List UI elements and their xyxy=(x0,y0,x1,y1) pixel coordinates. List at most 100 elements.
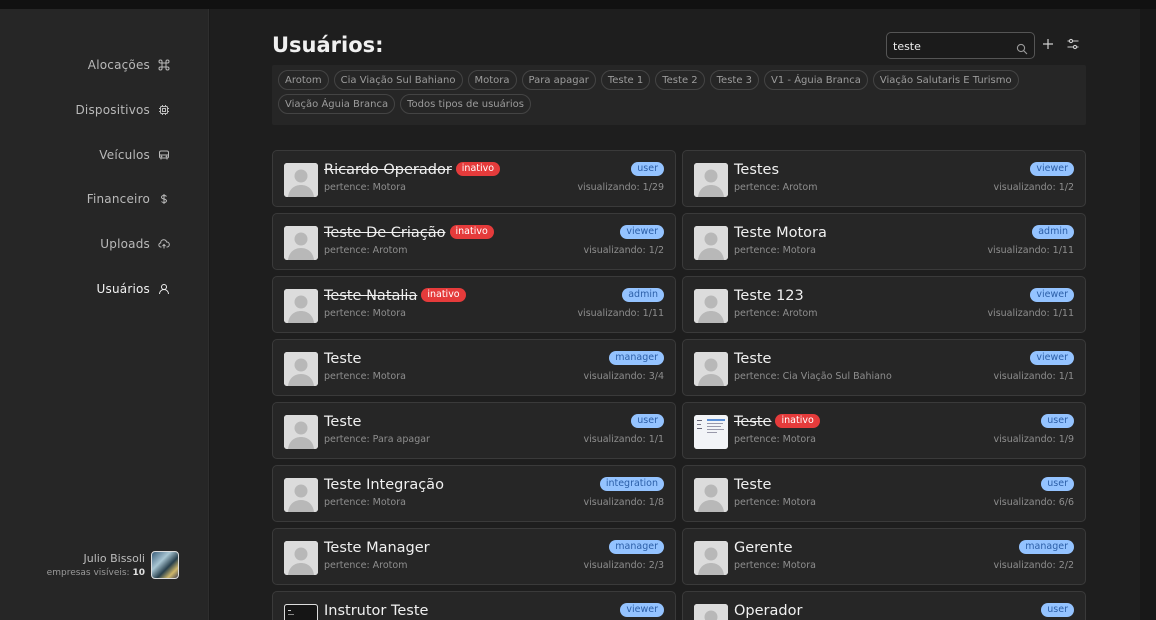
user-card[interactable]: Teste De Criação inativo pertence: Arotom v… xyxy=(272,213,676,270)
user-name: Teste Motora xyxy=(734,225,827,241)
user-icon xyxy=(158,283,170,295)
user-company: pertence: Motora xyxy=(734,497,816,508)
role-badge: user xyxy=(1041,603,1074,617)
user-card[interactable]: Ricardo Operador inativo pertence: Motora u… xyxy=(272,150,676,207)
viewing-count: visualizando: 1/2 xyxy=(583,245,664,256)
user-card[interactable]: Gerente pertence: Motora manager visualizan… xyxy=(682,528,1086,585)
search-icon[interactable] xyxy=(1016,40,1028,55)
user-avatar xyxy=(284,415,318,449)
inactive-badge: inativo xyxy=(421,288,466,302)
sidebar-item-veiculos[interactable]: Veículos xyxy=(99,145,170,165)
filter-chips: Arotom Cia Viação Sul Bahiano Motora Para a… xyxy=(272,65,1086,125)
user-avatar xyxy=(694,352,728,386)
filter-chip[interactable]: Arotom xyxy=(278,70,329,90)
user-card[interactable]: Teste pertence: Para apagar user visualizan… xyxy=(272,402,676,459)
user-card[interactable]: Teste 123 pertence: Arotom viewer visualiza… xyxy=(682,276,1086,333)
viewing-count: visualizando: 6/6 xyxy=(993,497,1074,508)
user-name: Teste xyxy=(734,351,772,367)
filter-chip[interactable]: Teste 2 xyxy=(655,70,705,90)
user-card[interactable]: Teste pertence: Motora user visualizando: 6… xyxy=(682,465,1086,522)
current-user[interactable]: Julio Bissoli empresas visíveis: 10 xyxy=(47,551,179,579)
role-badge: viewer xyxy=(1030,351,1074,365)
user-avatar xyxy=(284,226,318,260)
viewing-count: visualizando: 1/29 xyxy=(577,182,664,193)
user-card[interactable]: Teste Integração pertence: Motora integrat… xyxy=(272,465,676,522)
inactive-badge: inativo xyxy=(775,414,820,428)
inactive-badge: inativo xyxy=(455,162,501,176)
user-name: Teste Manager xyxy=(324,540,430,556)
sidebar-item-dispositivos[interactable]: Dispositivos xyxy=(75,100,170,120)
user-card[interactable]: Testes pertence: Arotom viewer visualizando… xyxy=(682,150,1086,207)
user-name: Ricardo Operador xyxy=(324,162,452,178)
users-grid: Ricardo Operador inativo pertence: Motora u… xyxy=(272,150,1086,620)
user-company: pertence: Motora xyxy=(734,434,816,445)
user-company: pertence: Motora xyxy=(734,245,816,256)
viewing-count: visualizando: 1/11 xyxy=(987,245,1074,256)
user-name: Teste xyxy=(324,351,362,367)
filter-chip[interactable]: V1 - Águia Branca xyxy=(764,70,868,90)
user-name-row: Teste xyxy=(324,414,361,430)
filter-chip[interactable]: Todos tipos de usuários xyxy=(400,94,531,114)
viewing-count: visualizando: 1/1 xyxy=(993,371,1074,382)
viewing-count: visualizando: 1/9 xyxy=(993,434,1074,445)
user-avatar xyxy=(694,541,728,575)
window-top-bar xyxy=(0,0,1156,9)
user-name-row: Teste Natalia inativo xyxy=(324,288,466,304)
filter-chip[interactable]: Teste 3 xyxy=(709,70,760,90)
user-company: pertence: Arotom xyxy=(324,245,408,256)
bus-icon xyxy=(158,149,170,161)
user-avatar xyxy=(694,478,728,512)
scrollbar[interactable] xyxy=(1140,9,1156,620)
user-card[interactable]: Teste Manager pertence: Arotom manager visu… xyxy=(272,528,676,585)
user-name-row: Teste inativo xyxy=(734,414,820,430)
filter-settings-icon[interactable] xyxy=(1066,37,1080,51)
viewing-count: visualizando: 2/3 xyxy=(583,560,664,571)
user-company: pertence: Para apagar xyxy=(324,434,430,445)
avatar[interactable] xyxy=(151,551,179,579)
user-card[interactable]: Teste pertence: Motora manager visualizando… xyxy=(272,339,676,396)
role-badge: admin xyxy=(1032,225,1074,239)
role-badge: viewer xyxy=(620,225,664,239)
role-badge: manager xyxy=(609,351,664,365)
user-card[interactable]: Instrutor Teste viewer xyxy=(272,591,676,620)
user-name-row: Teste Motora xyxy=(734,225,827,241)
sidebar-item-uploads[interactable]: Uploads xyxy=(100,234,170,254)
filter-chip[interactable]: Para apagar xyxy=(521,70,596,90)
search-input[interactable] xyxy=(893,37,1013,55)
sidebar-item-label: Alocações xyxy=(87,58,150,72)
user-card[interactable]: Teste Natalia inativo pertence: Motora admi… xyxy=(272,276,676,333)
sidebar-item-label: Veículos xyxy=(99,148,150,162)
visible-companies-label: empresas visíveis: xyxy=(46,568,130,578)
user-company: pertence: Motora xyxy=(324,182,406,193)
user-name-row: Ricardo Operador inativo xyxy=(324,162,501,178)
filter-chip[interactable]: Teste 1 xyxy=(600,70,651,90)
user-card[interactable]: Teste pertence: Cia Viação Sul Bahiano vie… xyxy=(682,339,1086,396)
filter-chip[interactable]: Viação Salutaris E Turismo xyxy=(872,70,1019,90)
user-name: Teste xyxy=(734,414,772,430)
sidebar-item-usuarios[interactable]: Usuários xyxy=(97,279,170,299)
filter-chip[interactable]: Cia Viação Sul Bahiano xyxy=(333,70,463,90)
user-avatar xyxy=(284,163,318,197)
cloud-upload-icon xyxy=(158,238,170,250)
role-badge: user xyxy=(631,162,664,176)
dollar-icon xyxy=(158,193,170,205)
user-company: pertence: Motora xyxy=(324,308,406,319)
sidebar: Alocações Dispositivos Veículos Financei… xyxy=(0,9,209,620)
role-badge: manager xyxy=(609,540,664,554)
sidebar-item-financeiro[interactable]: Financeiro xyxy=(87,189,170,209)
user-name-row: Teste Manager xyxy=(324,540,430,556)
viewing-count: visualizando: 1/1 xyxy=(583,434,664,445)
user-name-row: Instrutor Teste xyxy=(324,603,428,619)
sidebar-item-label: Financeiro xyxy=(86,192,150,206)
user-card[interactable]: Operador user xyxy=(682,591,1086,620)
sidebar-item-alocacoes[interactable]: Alocações xyxy=(88,55,170,75)
add-user-button[interactable] xyxy=(1041,37,1055,51)
chip-icon xyxy=(158,104,170,116)
user-name: Teste xyxy=(734,477,772,493)
user-card[interactable]: Teste Motora pertence: Motora admin visuali… xyxy=(682,213,1086,270)
user-card[interactable]: Teste inativo pertence: Motora user visualiz… xyxy=(682,402,1086,459)
filter-chip[interactable]: Motora xyxy=(467,70,517,90)
filter-chip[interactable]: Viação Águia Branca xyxy=(278,94,396,114)
search-field[interactable] xyxy=(886,32,1035,59)
visible-companies-count: 10 xyxy=(132,568,145,578)
